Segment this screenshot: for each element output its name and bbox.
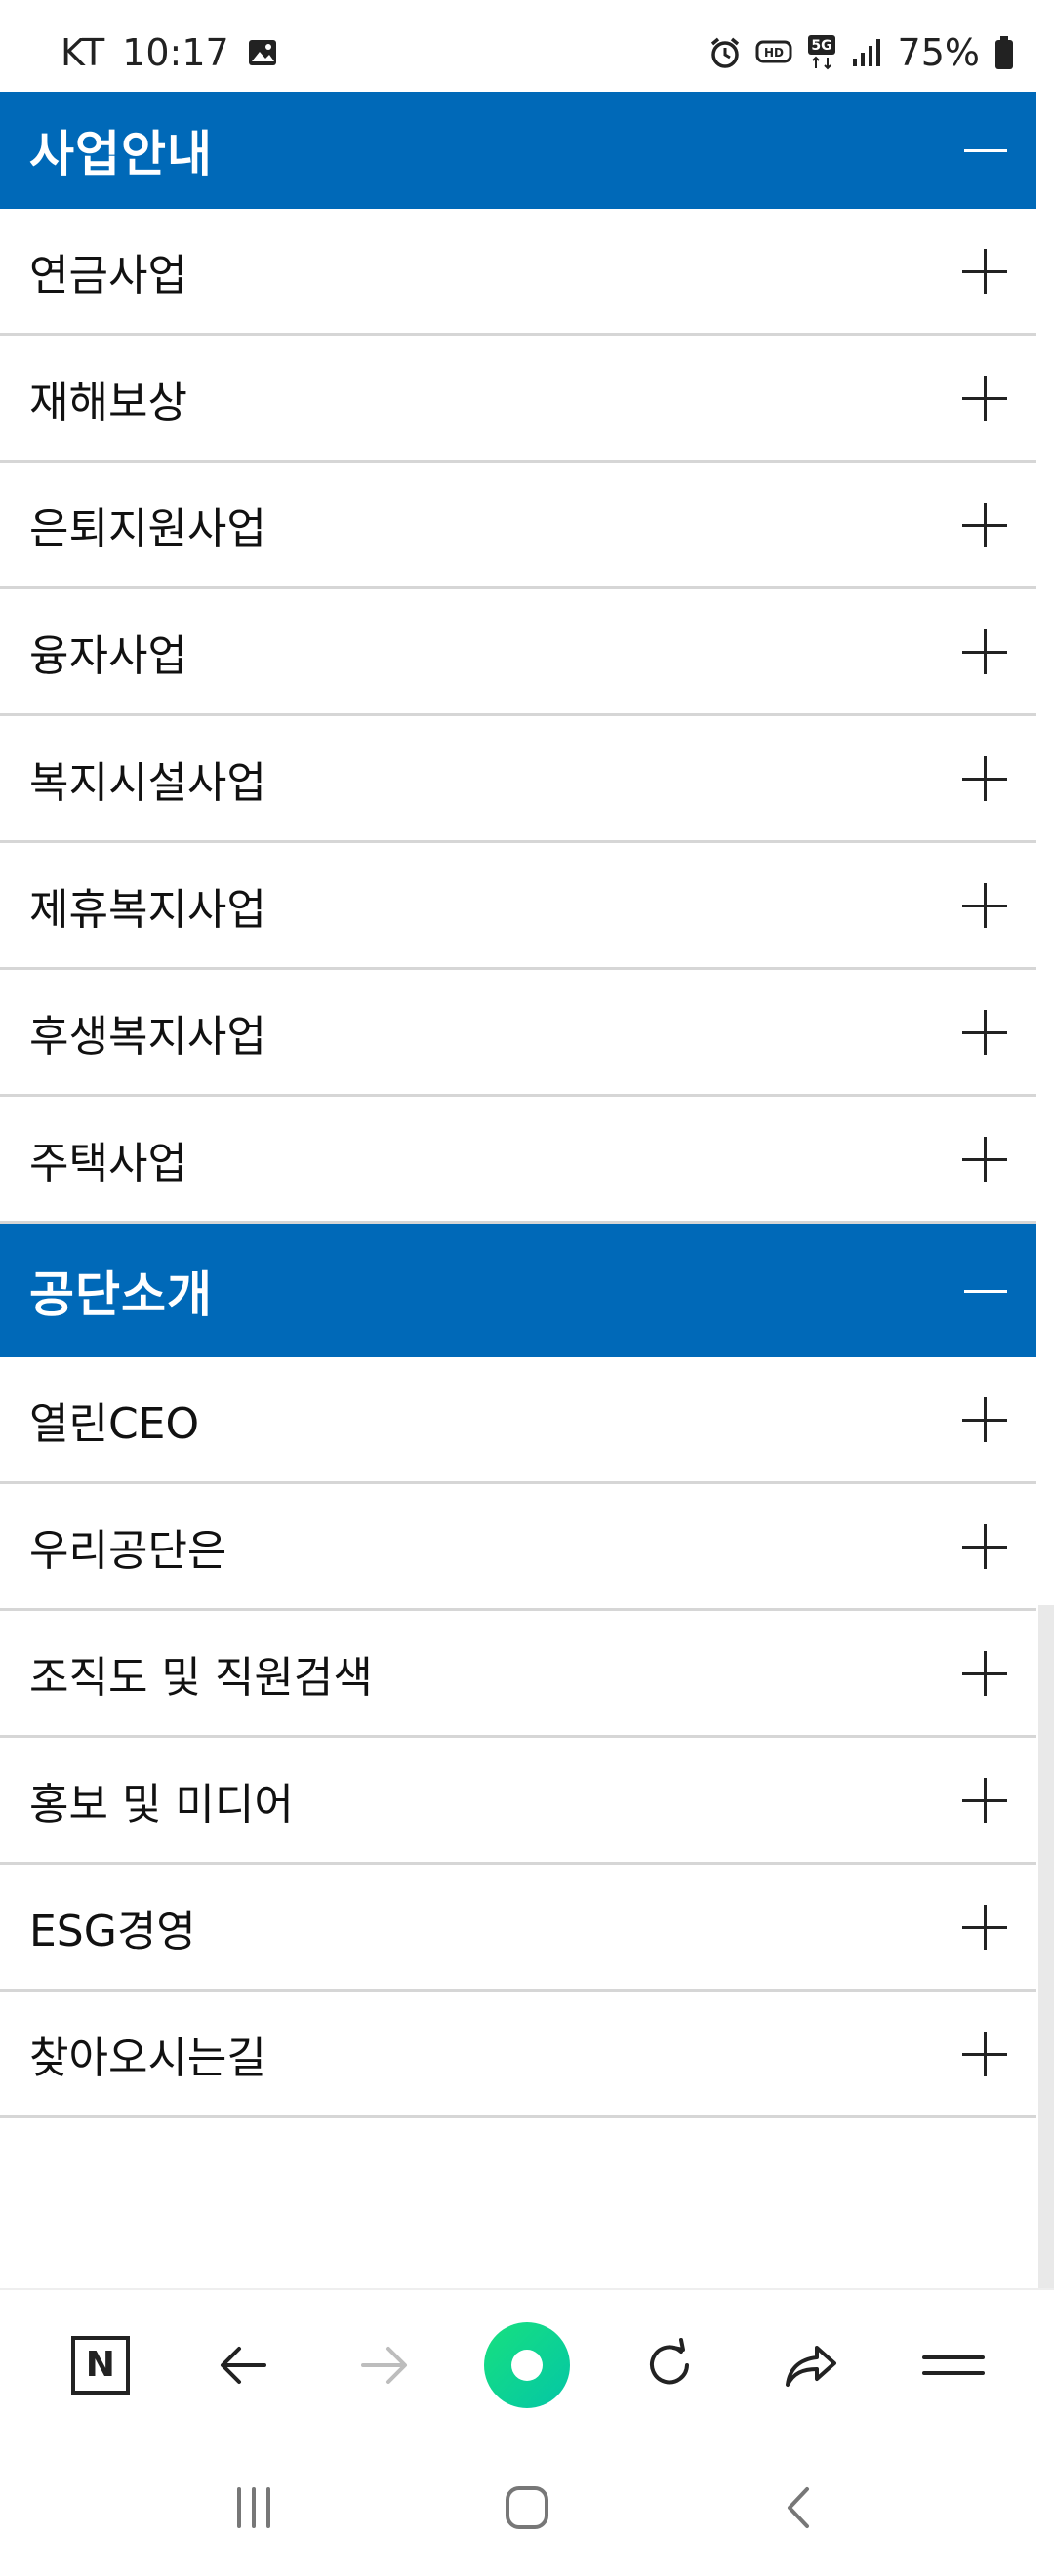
menu-item-label: 제휴복지사업: [29, 884, 266, 935]
menu-item-our-corporation[interactable]: 우리공단은: [0, 1484, 1036, 1611]
system-nav-bar: [0, 2439, 1054, 2576]
battery-icon: [993, 35, 1015, 70]
expand-plus-icon[interactable]: [962, 755, 1007, 801]
menu-item-label: 연금사업: [29, 250, 187, 301]
green-dot-button[interactable]: [478, 2316, 576, 2414]
menu-item-label: 은퇴지원사업: [29, 503, 266, 554]
svg-text:HD: HD: [764, 46, 784, 60]
status-left: KT 10:17: [61, 31, 278, 74]
hamburger-menu-icon: [922, 2355, 986, 2375]
menu-item-label: ESG경영: [29, 1906, 196, 1956]
section-header-about[interactable]: 공단소개: [0, 1224, 1036, 1357]
menu-item-label: 복지시설사업: [29, 757, 266, 808]
signal-strength-icon: [851, 37, 884, 68]
menu-item-partnership-welfare[interactable]: 제휴복지사업: [0, 843, 1036, 970]
expand-plus-icon[interactable]: [962, 1904, 1007, 1950]
expand-plus-icon[interactable]: [962, 1009, 1007, 1055]
collapse-minus-icon[interactable]: [964, 1271, 1007, 1310]
expand-plus-icon[interactable]: [962, 1777, 1007, 1823]
alarm-icon: [709, 36, 742, 69]
status-bar: KT 10:17 HD 5G 75%: [0, 0, 1054, 92]
expand-plus-icon[interactable]: [962, 1523, 1007, 1569]
menu-item-label: 후생복지사업: [29, 1011, 266, 1062]
gallery-icon: [247, 37, 278, 68]
menu-item-label: 우리공단은: [29, 1525, 227, 1576]
section-title: 공단소개: [29, 1266, 213, 1323]
menu-item-housing[interactable]: 주택사업: [0, 1097, 1036, 1224]
menu-item-pension[interactable]: 연금사업: [0, 209, 1036, 336]
menu-item-loan[interactable]: 융자사업: [0, 589, 1036, 716]
status-right: HD 5G 75%: [709, 31, 1015, 74]
green-dot-icon: [483, 2321, 570, 2408]
expand-plus-icon[interactable]: [962, 248, 1007, 294]
home-button[interactable]: [483, 2464, 571, 2552]
expand-plus-icon[interactable]: [962, 502, 1007, 547]
battery-percent: 75%: [897, 31, 980, 74]
5g-network-icon: 5G: [806, 34, 837, 71]
arrow-left-icon: [220, 2346, 266, 2384]
home-square-icon: [506, 2486, 548, 2529]
menu-item-label: 찾아오시는길: [29, 2033, 266, 2083]
section-title: 사업안내: [29, 126, 213, 182]
clock-label: 10:17: [122, 31, 229, 74]
expand-plus-icon[interactable]: [962, 2031, 1007, 2076]
arrow-right-icon: [361, 2346, 408, 2384]
menu-item-org-chart[interactable]: 조직도 및 직원검색: [0, 1611, 1036, 1738]
svg-text:5G: 5G: [811, 38, 831, 54]
menu-item-label: 조직도 및 직원검색: [29, 1652, 373, 1703]
hd-voice-icon: HD: [755, 38, 792, 67]
menu-item-accident-compensation[interactable]: 재해보상: [0, 336, 1036, 463]
menu-item-employee-welfare[interactable]: 후생복지사업: [0, 970, 1036, 1097]
chevron-left-icon: [788, 2487, 809, 2528]
menu-item-directions[interactable]: 찾아오시는길: [0, 1992, 1036, 2118]
system-back-button[interactable]: [756, 2464, 844, 2552]
site-menu: 사업안내 연금사업 재해보상 은퇴지원사업 융자사업 복지시설사업 제휴복지사업…: [0, 92, 1036, 2118]
expand-plus-icon[interactable]: [962, 1136, 1007, 1182]
back-button[interactable]: [194, 2316, 292, 2414]
share-arrow-icon: [786, 2345, 837, 2387]
refresh-button[interactable]: [621, 2316, 718, 2414]
expand-plus-icon[interactable]: [962, 375, 1007, 421]
expand-plus-icon[interactable]: [962, 1650, 1007, 1696]
expand-plus-icon[interactable]: [962, 628, 1007, 674]
menu-button[interactable]: [905, 2316, 1002, 2414]
carrier-label: KT: [61, 31, 105, 74]
menu-item-pr-media[interactable]: 홍보 및 미디어: [0, 1738, 1036, 1865]
menu-item-label: 융자사업: [29, 630, 187, 681]
menu-item-open-ceo[interactable]: 열린CEO: [0, 1357, 1036, 1484]
section-header-business[interactable]: 사업안내: [0, 92, 1036, 209]
menu-item-label: 열린CEO: [29, 1398, 200, 1449]
menu-item-label: 홍보 및 미디어: [29, 1779, 294, 1830]
recent-apps-button[interactable]: [210, 2464, 298, 2552]
menu-item-esg[interactable]: ESG경영: [0, 1865, 1036, 1992]
naver-n-icon: N: [70, 2335, 130, 2395]
forward-button[interactable]: [336, 2316, 433, 2414]
expand-plus-icon[interactable]: [962, 882, 1007, 928]
expand-plus-icon[interactable]: [962, 1396, 1007, 1442]
menu-item-label: 재해보상: [29, 377, 187, 427]
naver-home-button[interactable]: N: [52, 2316, 149, 2414]
refresh-icon: [649, 2337, 689, 2384]
recent-apps-icon: [237, 2487, 270, 2528]
scrollbar[interactable]: [1038, 1605, 1054, 2288]
menu-item-retirement-support[interactable]: 은퇴지원사업: [0, 463, 1036, 589]
menu-item-label: 주택사업: [29, 1138, 187, 1188]
share-button[interactable]: [762, 2316, 860, 2414]
menu-item-welfare-facility[interactable]: 복지시설사업: [0, 716, 1036, 843]
browser-toolbar: N: [0, 2288, 1054, 2439]
collapse-minus-icon[interactable]: [964, 131, 1007, 170]
